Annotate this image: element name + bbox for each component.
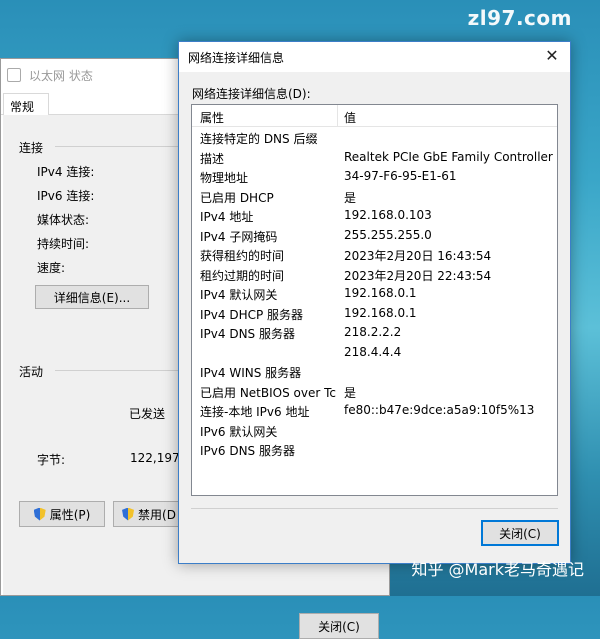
property-name: IPv6 默认网关 <box>200 424 278 439</box>
list-item[interactable]: 连接特定的 DNS 后缀 <box>192 127 557 147</box>
property-name: IPv4 子网掩码 <box>200 229 278 244</box>
activity-group-label: 活动 <box>19 365 44 379</box>
list-item[interactable]: 租约过期的时间 2023年2月20日 22:43:54 <box>192 264 557 284</box>
list-item[interactable]: IPv4 默认网关 192.168.0.1 <box>192 283 557 303</box>
property-name: 物理地址 <box>200 171 249 185</box>
list-item[interactable]: 物理地址 34-97-F6-95-E1-61 <box>192 166 557 186</box>
list-item[interactable]: IPv6 默认网关 <box>192 420 557 440</box>
dialog-title: 网络连接详细信息 <box>188 50 285 65</box>
property-value: 2023年2月20日 16:43:54 <box>344 249 492 263</box>
property-name: 连接特定的 DNS 后缀 <box>200 132 318 146</box>
property-value: 是 <box>344 190 357 205</box>
property-value: 192.168.0.1 <box>344 305 417 320</box>
sent-label: 已发送 <box>129 407 166 421</box>
property-name: 已启用 NetBIOS over Tc... <box>200 385 336 400</box>
column-separator[interactable] <box>337 105 338 127</box>
list-item[interactable]: IPv4 DNS 服务器 218.2.2.2 <box>192 322 557 342</box>
duration-label: 持续时间: <box>37 237 90 251</box>
list-item[interactable]: 获得租约的时间 2023年2月20日 16:43:54 <box>192 244 557 264</box>
property-name: 租约过期的时间 <box>200 268 285 283</box>
details-caption: 网络连接详细信息(D): <box>192 87 311 101</box>
property-name: IPv6 DNS 服务器 <box>200 444 295 458</box>
properties-button-label: 属性(P) <box>49 507 91 522</box>
list-item[interactable]: 连接-本地 IPv6 地址 fe80::b47e:9dce:a5a9:10f5%1… <box>192 400 557 420</box>
property-name: 已启用 DHCP <box>200 190 274 205</box>
bytes-label: 字节: <box>37 453 66 467</box>
network-adapter-icon <box>7 68 21 82</box>
list-item[interactable]: 已启用 DHCP 是 <box>192 186 557 206</box>
disable-button[interactable]: 禁用(D <box>113 501 185 527</box>
tab-general[interactable]: 常规 <box>3 93 49 116</box>
property-value: 192.168.0.1 <box>344 286 417 300</box>
list-item[interactable]: IPv4 DHCP 服务器 192.168.0.1 <box>192 303 557 323</box>
watermark-bottom: 知乎 @Mark老马奇遇记 <box>411 560 584 579</box>
status-close-button[interactable]: 关闭(C) <box>299 613 379 639</box>
property-name: IPv4 DNS 服务器 <box>200 327 295 341</box>
dialog-titlebar: 网络连接详细信息 <box>179 42 570 72</box>
list-header: 属性 值 <box>192 105 557 127</box>
media-status-label: 媒体状态: <box>37 213 90 227</box>
column-header-property[interactable]: 属性 <box>200 109 224 126</box>
property-name: 描述 <box>200 151 225 166</box>
property-name: IPv4 地址 <box>200 210 254 224</box>
list-item[interactable]: 描述 Realtek PCIe GbE Family Controller <box>192 147 557 167</box>
property-name: IPv4 默认网关 <box>200 288 278 302</box>
property-value: 255.255.255.0 <box>344 227 432 242</box>
details-list[interactable]: 属性 值 连接特定的 DNS 后缀 描述 Realtek PCIe GbE Fam… <box>191 104 558 496</box>
disable-button-label: 禁用(D <box>138 507 176 522</box>
properties-button[interactable]: 属性(P) <box>19 501 105 527</box>
property-value: 192.168.0.103 <box>344 208 432 222</box>
dialog-divider <box>191 508 558 509</box>
property-name: 获得租约的时间 <box>200 249 285 263</box>
uac-shield-icon <box>122 507 135 521</box>
ipv6-connection-label: IPv6 连接: <box>37 189 95 203</box>
property-name: 连接-本地 IPv6 地址 <box>200 405 310 419</box>
status-window-title: 以太网 状态 <box>29 68 93 83</box>
list-item[interactable]: IPv4 地址 192.168.0.103 <box>192 205 557 225</box>
property-name: IPv4 WINS 服务器 <box>200 366 302 380</box>
column-header-value[interactable]: 值 <box>344 109 356 126</box>
network-details-dialog: 网络连接详细信息 ✕ 网络连接详细信息(D): 属性 值 连接特定的 DNS 后… <box>178 41 571 564</box>
list-item[interactable]: IPv4 子网掩码 255.255.255.0 <box>192 225 557 245</box>
property-value: 218.4.4.4 <box>344 344 402 359</box>
list-item[interactable]: 218.4.4.4 <box>192 342 557 362</box>
property-value: Realtek PCIe GbE Family Controller <box>344 149 553 164</box>
property-value: 2023年2月20日 22:43:54 <box>344 268 492 283</box>
property-value: 是 <box>344 385 357 400</box>
list-item[interactable]: 已启用 NetBIOS over Tc... 是 <box>192 381 557 401</box>
dialog-close-button[interactable]: 关闭(C) <box>481 520 559 546</box>
property-value: 34-97-F6-95-E1-61 <box>344 169 457 183</box>
list-rows: 连接特定的 DNS 后缀 描述 Realtek PCIe GbE Family C… <box>192 127 557 459</box>
list-item[interactable]: IPv4 WINS 服务器 <box>192 361 557 381</box>
speed-label: 速度: <box>37 261 66 275</box>
uac-shield-icon <box>33 507 46 521</box>
property-name: IPv4 DHCP 服务器 <box>200 307 304 322</box>
connection-group-label: 连接 <box>19 141 44 155</box>
property-value: 218.2.2.2 <box>344 325 402 339</box>
ipv4-connection-label: IPv4 连接: <box>37 165 95 179</box>
property-value: fe80::b47e:9dce:a5a9:10f5%13 <box>344 403 535 417</box>
details-button[interactable]: 详细信息(E)... <box>35 285 149 309</box>
close-icon[interactable]: ✕ <box>544 48 560 64</box>
list-item[interactable]: IPv6 DNS 服务器 <box>192 439 557 459</box>
watermark-top: zl97.com <box>467 6 572 30</box>
